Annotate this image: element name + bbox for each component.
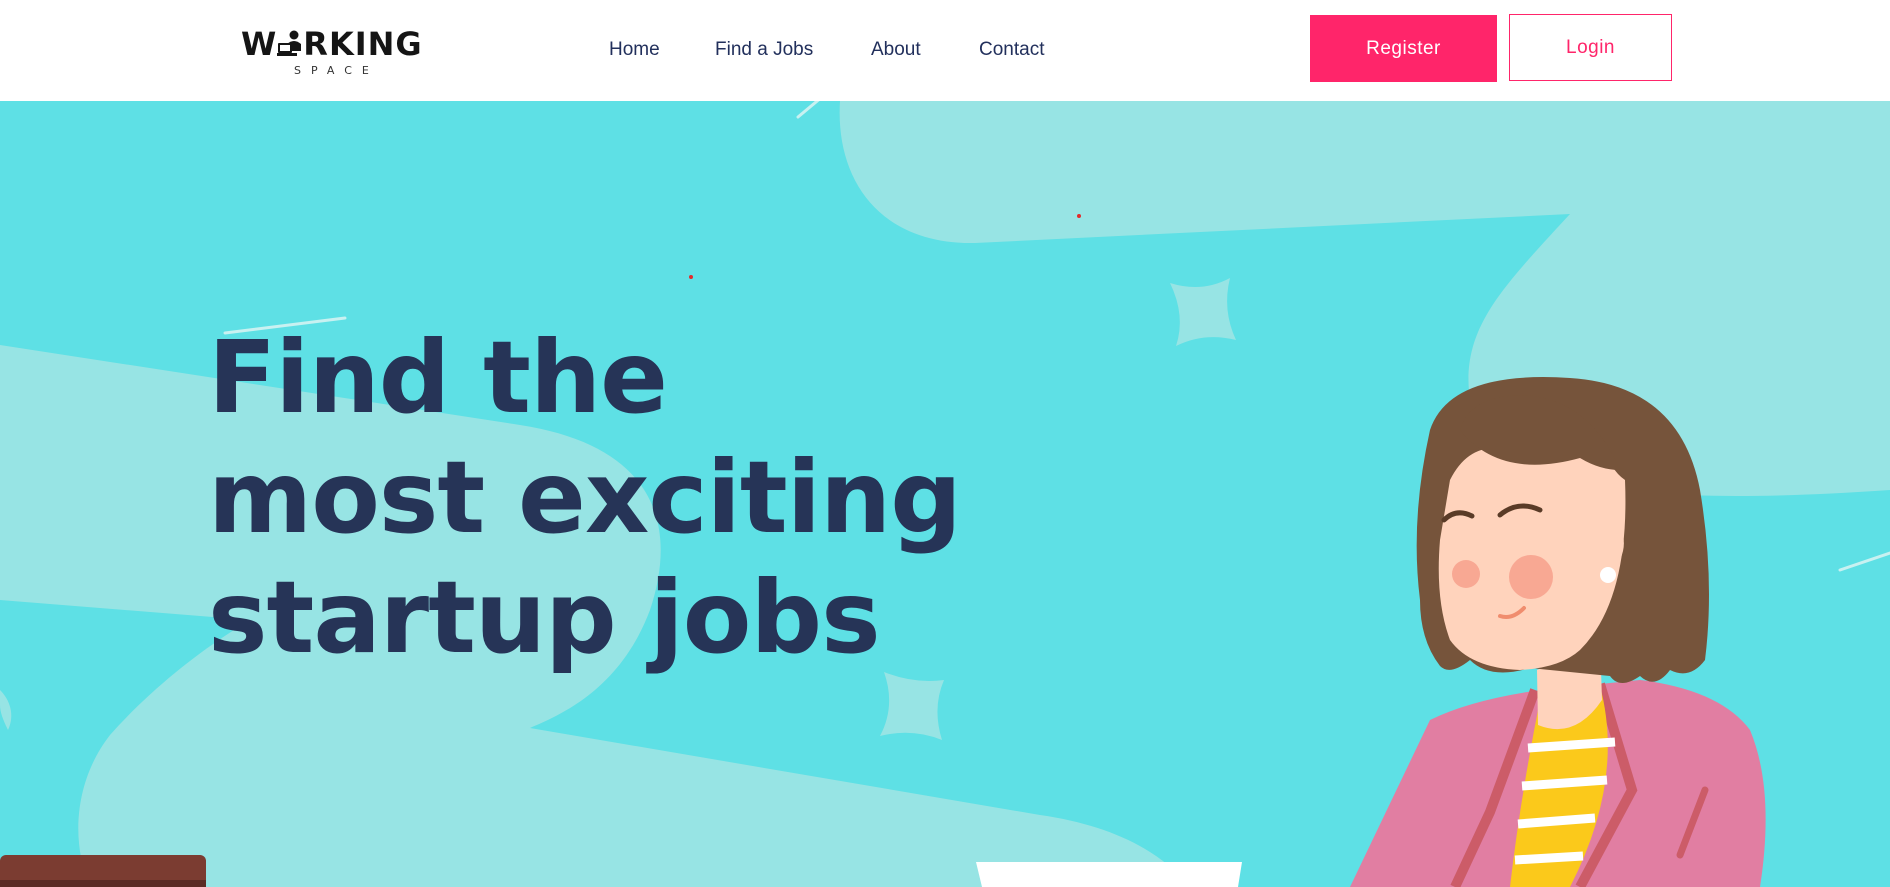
nav-link-find-jobs[interactable]: Find a Jobs bbox=[715, 38, 813, 62]
laptop-person-logo-icon bbox=[277, 29, 303, 59]
top-navbar: W RKING SPACE Home Find a Jobs About Cont… bbox=[0, 0, 1890, 101]
logo-subtitle: SPACE bbox=[294, 64, 379, 77]
nav-link-contact[interactable]: Contact bbox=[979, 38, 1044, 62]
decorative-dot bbox=[1077, 214, 1081, 218]
login-button[interactable]: Login bbox=[1509, 14, 1672, 81]
logo-letters-rking: RKING bbox=[303, 25, 423, 63]
working-space-logo[interactable]: W RKING SPACE bbox=[241, 26, 431, 78]
nav-link-home[interactable]: Home bbox=[609, 38, 660, 62]
hero-heading-line-2: most exciting bbox=[208, 439, 962, 556]
decorative-dot bbox=[689, 275, 693, 279]
logo-letter-w: W bbox=[241, 25, 278, 63]
hero-heading-line-3: startup jobs bbox=[208, 559, 881, 676]
hero-heading: Find the most exciting startup jobs bbox=[208, 318, 1108, 678]
logo-wordmark: W RKING bbox=[241, 26, 423, 62]
register-button[interactable]: Register bbox=[1310, 15, 1497, 82]
nav-link-about[interactable]: About bbox=[871, 38, 921, 62]
hero-heading-line-1: Find the bbox=[208, 319, 668, 436]
